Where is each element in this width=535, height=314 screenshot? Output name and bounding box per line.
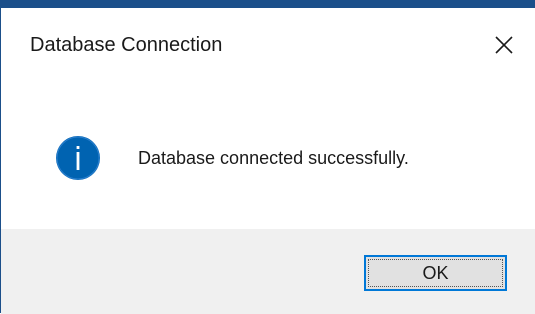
close-button[interactable] xyxy=(482,23,526,67)
dialog-body: Database connected successfully. xyxy=(1,85,535,229)
window-border-top xyxy=(1,1,535,8)
ok-button-label: OK xyxy=(422,263,449,283)
dialog-title: Database Connection xyxy=(30,34,223,56)
ok-button[interactable]: OK xyxy=(364,255,507,291)
dialog-window: Database Connection Database connected s… xyxy=(0,0,535,314)
dialog-footer: OK xyxy=(1,229,535,314)
close-icon xyxy=(495,36,513,54)
info-icon xyxy=(55,135,101,181)
title-bar[interactable]: Database Connection xyxy=(1,1,535,85)
dialog-message: Database connected successfully. xyxy=(138,148,409,168)
